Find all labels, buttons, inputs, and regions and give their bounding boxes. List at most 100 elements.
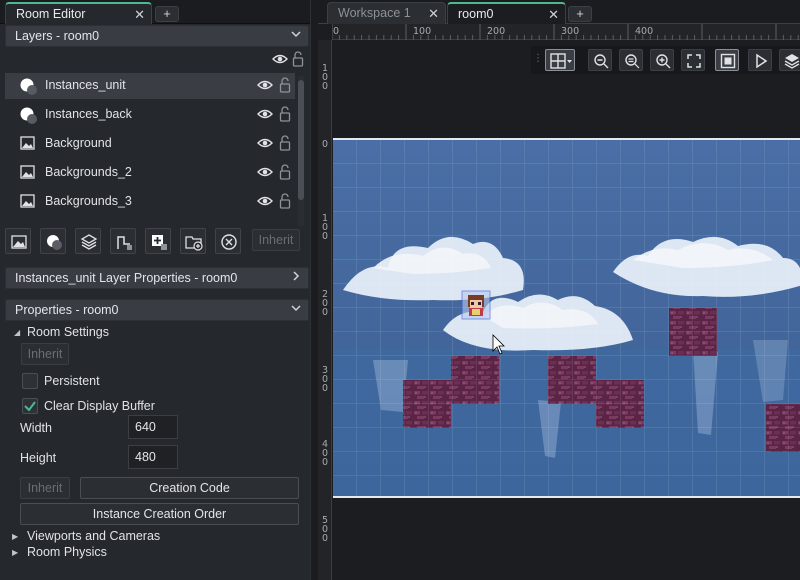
zoom-in-icon xyxy=(656,54,671,69)
layer-name: Instances_back xyxy=(45,107,132,121)
eye-icon[interactable] xyxy=(257,137,273,152)
add-tile-layer-button[interactable] xyxy=(75,228,101,254)
chevron-right-icon xyxy=(290,270,302,285)
lock-icon[interactable] xyxy=(279,164,291,183)
persistent-label: Persistent xyxy=(44,374,100,388)
close-icon[interactable]: ✕ xyxy=(428,6,439,22)
chevron-down-icon xyxy=(290,28,302,43)
layers-section-header[interactable]: Layers - room0 xyxy=(5,25,309,47)
instance-layer-icon xyxy=(19,106,37,124)
add-instance-layer-button[interactable] xyxy=(40,228,66,254)
fit-to-view-button[interactable] xyxy=(681,49,705,71)
ruler-label: 500 xyxy=(321,515,329,544)
room-bounds-toggle-button[interactable] xyxy=(715,49,739,71)
clear-display-buffer-checkbox[interactable] xyxy=(22,398,38,414)
ruler-label: 100 xyxy=(413,26,432,37)
play-room-button[interactable] xyxy=(748,49,772,71)
fullscreen-icon xyxy=(687,54,701,68)
layer-name: Backgrounds_2 xyxy=(45,165,132,179)
grid-icon xyxy=(550,53,572,69)
layer-row[interactable]: Backgrounds_2 xyxy=(5,160,295,186)
lock-icon[interactable] xyxy=(279,193,291,212)
ruler-label: 200 xyxy=(321,289,329,318)
close-icon[interactable]: ✕ xyxy=(134,7,145,23)
layers-view-button[interactable] xyxy=(779,49,800,71)
inherit-room-settings-button[interactable]: Inherit xyxy=(21,343,69,365)
add-asset-layer-button[interactable] xyxy=(145,228,171,254)
frame-icon xyxy=(720,53,736,69)
layer-scrollbar[interactable] xyxy=(298,76,304,226)
left-tabbar: Room Editor ✕ + xyxy=(0,0,310,24)
add-background-layer-button[interactable] xyxy=(5,228,31,254)
lock-icon[interactable] xyxy=(279,106,291,125)
lock-icon[interactable] xyxy=(279,135,291,154)
instance-creation-order-button[interactable]: Instance Creation Order xyxy=(20,503,299,525)
viewports-cameras-group[interactable]: Viewports and Cameras xyxy=(27,529,160,543)
zoom-reset-button[interactable] xyxy=(619,49,643,71)
inherit-creation-code-button[interactable]: Inherit xyxy=(20,477,70,499)
expand-triangle-icon[interactable]: ▶ xyxy=(12,548,18,557)
new-tab-button[interactable]: + xyxy=(155,6,179,22)
eye-icon[interactable] xyxy=(257,108,273,123)
layer-properties-section-header[interactable]: Instances_unit Layer Properties - room0 xyxy=(5,267,309,289)
height-label: Height xyxy=(20,451,57,465)
lock-icon[interactable] xyxy=(279,77,291,96)
layer-row[interactable]: Instances_back xyxy=(5,102,295,128)
eye-icon[interactable] xyxy=(272,53,288,68)
properties-section-header[interactable]: Properties - room0 xyxy=(5,299,309,321)
delete-layer-button[interactable] xyxy=(215,228,241,254)
ruler-label: 300 xyxy=(321,365,329,394)
workspace-tabbar: Workspace 1 ✕ room0 ✕ + xyxy=(318,0,800,24)
ruler-label: 400 xyxy=(321,439,329,468)
background-layer-icon xyxy=(19,135,37,153)
room-canvas[interactable] xyxy=(333,138,800,498)
expand-triangle-icon[interactable]: ▶ xyxy=(12,532,18,541)
add-folder-button[interactable] xyxy=(180,228,206,254)
horizontal-ruler: 0 100 200 300 400 xyxy=(332,24,800,40)
instance-layer-icon xyxy=(19,77,37,95)
panel-splitter[interactable] xyxy=(310,0,318,580)
tab-room-editor[interactable]: Room Editor ✕ xyxy=(5,2,152,24)
zoom-out-button[interactable] xyxy=(588,49,612,71)
layer-row[interactable]: Backgrounds_3 xyxy=(5,189,295,215)
layer-name: Backgrounds_3 xyxy=(45,194,132,208)
stack-icon xyxy=(784,54,800,69)
persistent-checkbox[interactable] xyxy=(22,373,38,389)
tab-room0-label: room0 xyxy=(458,7,494,21)
add-path-layer-button[interactable] xyxy=(110,228,136,254)
layer-row[interactable]: Background xyxy=(5,131,295,157)
width-field[interactable]: 640 xyxy=(128,415,178,439)
eye-icon[interactable] xyxy=(257,79,273,94)
tab-room0[interactable]: room0 ✕ xyxy=(447,2,566,24)
zoom-reset-icon xyxy=(625,54,640,69)
inherit-layer-button[interactable]: Inherit xyxy=(252,229,300,251)
width-label: Width xyxy=(20,421,52,435)
tab-workspace-1[interactable]: Workspace 1 ✕ xyxy=(327,2,446,24)
left-panel: Room Editor ✕ + Layers - room0 Instances… xyxy=(0,0,310,580)
layer-scrollbar-thumb[interactable] xyxy=(298,80,304,200)
creation-code-button[interactable]: Creation Code xyxy=(80,477,299,499)
eye-icon[interactable] xyxy=(257,195,273,210)
room-view[interactable] xyxy=(333,140,800,498)
ruler-label: 100 xyxy=(321,213,329,242)
ruler-label: 0 xyxy=(321,139,329,150)
layers-section-title: Layers - room0 xyxy=(15,29,100,43)
grid-toggle-button[interactable] xyxy=(545,49,575,71)
height-field[interactable]: 480 xyxy=(128,445,178,469)
ruler-label: 100 xyxy=(321,63,329,92)
layer-row[interactable]: Instances_unit xyxy=(5,73,295,99)
close-icon[interactable]: ✕ xyxy=(548,7,559,23)
lock-icon[interactable] xyxy=(292,51,304,70)
new-workspace-tab-button[interactable]: + xyxy=(568,6,592,22)
ruler-label: 0 xyxy=(333,26,340,37)
drag-handle-icon[interactable]: ⋮ xyxy=(533,53,543,64)
zoom-out-icon xyxy=(594,54,609,69)
zoom-in-button[interactable] xyxy=(650,49,674,71)
ruler-label: 300 xyxy=(561,26,580,37)
collapse-triangle-icon[interactable]: ◢ xyxy=(14,328,20,337)
room-editor-canvas-area: Workspace 1 ✕ room0 ✕ + 0 100 200 300 40… xyxy=(318,0,800,580)
checkmark-icon xyxy=(24,401,36,412)
room-physics-group[interactable]: Room Physics xyxy=(27,545,107,559)
eye-icon[interactable] xyxy=(257,166,273,181)
chevron-down-icon xyxy=(290,302,302,317)
